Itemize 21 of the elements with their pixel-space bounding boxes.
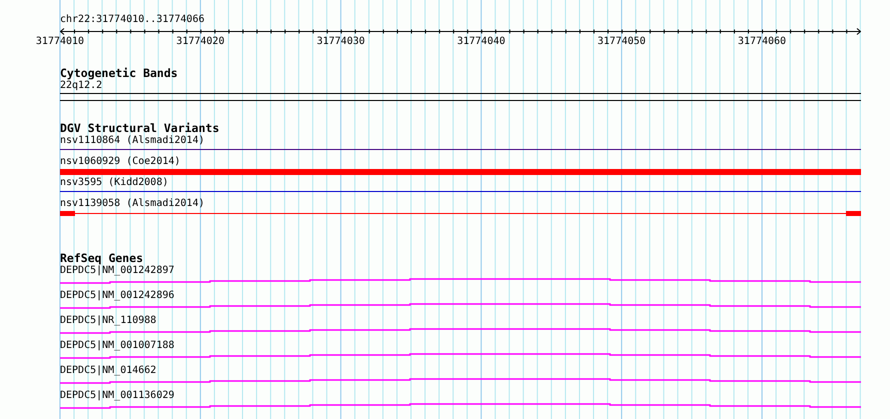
tick-label: 31774020 xyxy=(176,36,224,48)
tick-label: 31774030 xyxy=(316,36,365,48)
gene-label: DEPDC5|NM_001242896 xyxy=(60,290,174,302)
feature-label: nsv3595 (Kidd2008) xyxy=(60,177,168,189)
tick-label: 31774060 xyxy=(738,36,786,48)
gene-label: DEPDC5|NM_001007188 xyxy=(60,340,174,352)
gene-label: DEPDC5|NM_014662 xyxy=(60,365,156,377)
band-label: 22q12.2 xyxy=(60,80,102,92)
gene-label: DEPDC5|NM_001242897 xyxy=(60,265,174,277)
tick-label: 31774040 xyxy=(457,36,506,48)
tick-label: 31774010 xyxy=(36,36,84,48)
feature-label: nsv1139058 (Alsmadi2014) xyxy=(60,198,204,210)
position-label: chr22:31774010..31774066 xyxy=(60,14,204,26)
track-title: RefSeq Genes xyxy=(60,252,144,265)
track-title: DGV Structural Variants xyxy=(60,122,220,135)
tick-label: 31774050 xyxy=(598,36,646,48)
gene-label: DEPDC5|NR_110988 xyxy=(60,315,156,327)
feature-label: nsv1060929 (Coe2014) xyxy=(60,156,180,168)
track-title: Cytogenetic Bands xyxy=(60,67,178,80)
feature-label: nsv1110864 (Alsmadi2014) xyxy=(60,135,204,147)
gene-label: DEPDC5|NM_001136029 xyxy=(60,390,174,402)
